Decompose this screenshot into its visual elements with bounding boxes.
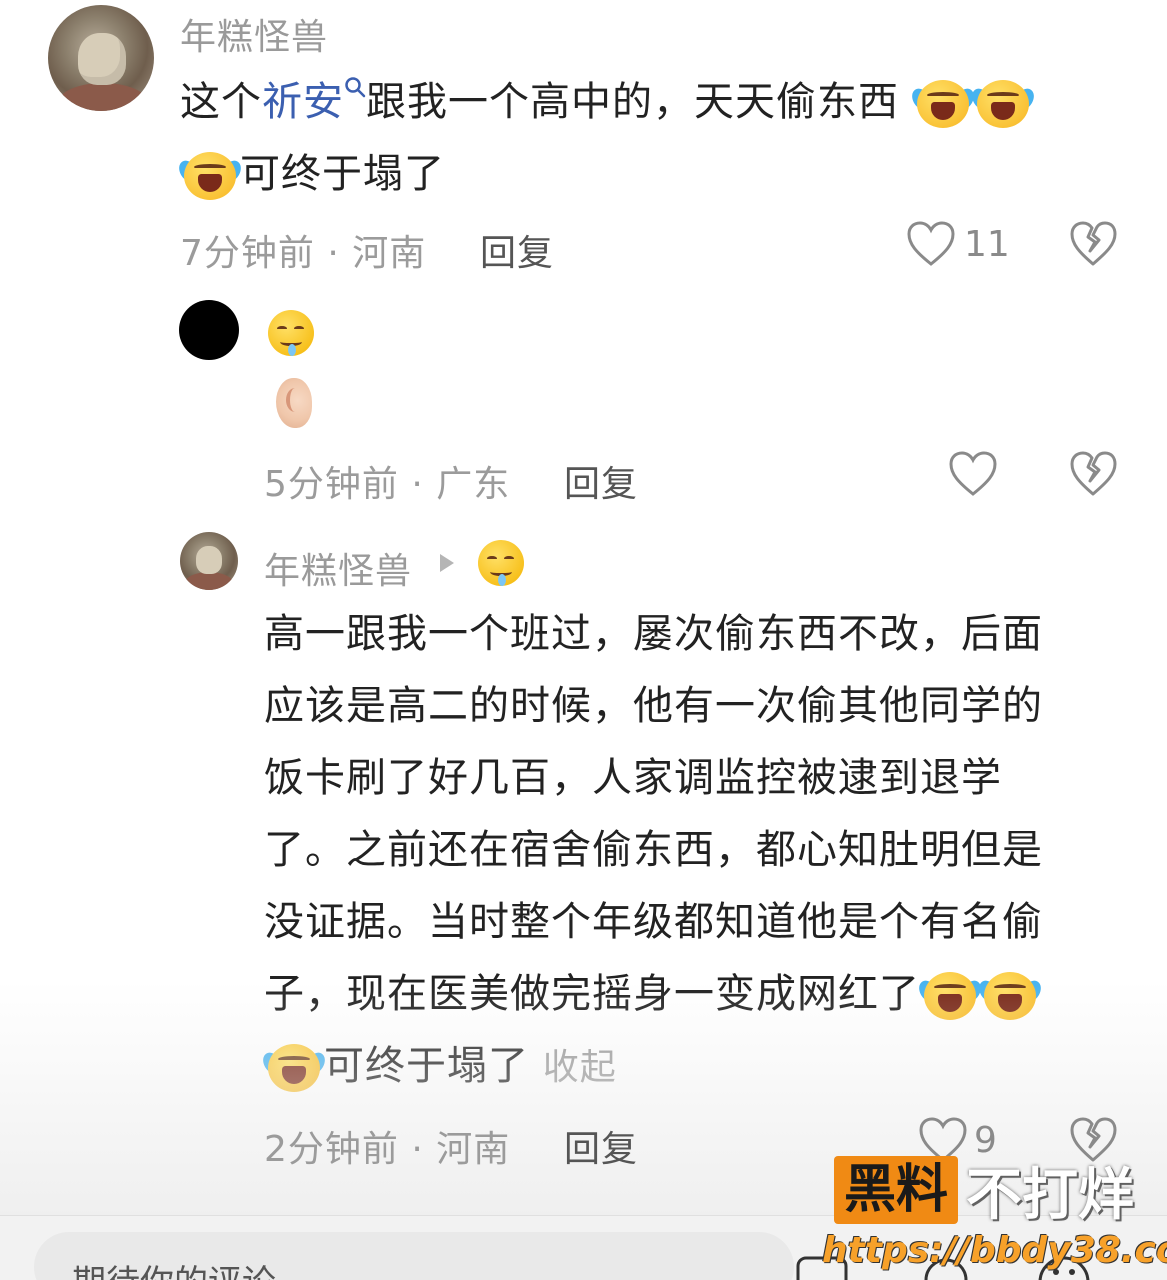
dislike-button[interactable]: [1069, 450, 1117, 498]
search-link[interactable]: 祈安: [262, 79, 344, 125]
like-button[interactable]: [906, 220, 956, 268]
comment-username[interactable]: 年糕怪兽: [180, 8, 328, 60]
watermark-url: https://bbdy38.com: [822, 1230, 1167, 1271]
avatar[interactable]: [179, 300, 239, 360]
watermark-badge: 黑料: [834, 1156, 959, 1224]
comment-meta: 2分钟前 · 河南: [264, 1129, 511, 1170]
comment-line: 没证据。当时整个年级都知道他是个有名偷: [264, 899, 1043, 945]
dislike-button[interactable]: [1069, 220, 1117, 268]
comment-text-line-2: 可终于塌了: [175, 138, 445, 210]
like-count: 11: [964, 224, 1010, 265]
comment-body: 高一跟我一个班过，屡次偷东西不改，后面 应该是高二的时候，他有一次偷其他同学的 …: [259, 598, 1124, 1104]
drooling-face-emoji-icon: [478, 540, 524, 586]
avatar[interactable]: [180, 532, 238, 590]
collapse-button[interactable]: 收起: [543, 1047, 617, 1088]
comment-line: 应该是高二的时候，他有一次偷其他同学的: [264, 683, 1043, 729]
comment-text: 这个: [180, 79, 262, 125]
reply-button[interactable]: 回复: [564, 455, 638, 507]
avatar-body: [58, 83, 148, 111]
search-icon[interactable]: [344, 76, 366, 98]
comment-line: 可终于塌了: [324, 1043, 529, 1089]
comment-line: 高一跟我一个班过，屡次偷东西不改，后面: [264, 611, 1043, 657]
ear-emoji-icon: [276, 378, 312, 428]
avatar-body: [185, 572, 233, 590]
avatar-face: [78, 33, 126, 85]
laughing-crying-emoji-icon: [908, 78, 978, 130]
comment-line: 饭卡刷了好几百，人家调监控被逮到退学: [264, 755, 1002, 801]
laughing-crying-emoji-icon: [175, 150, 245, 202]
laughing-crying-emoji-icon: [259, 1042, 329, 1094]
laughing-crying-emoji-icon: [968, 78, 1038, 130]
reply-button[interactable]: 回复: [564, 1120, 638, 1172]
avatar-face: [196, 546, 222, 574]
comment-username[interactable]: 年糕怪兽: [264, 542, 412, 594]
comment-line-with-emoji: 子，现在医美做完摇身一变成网红了: [264, 958, 1124, 1030]
watermark-text: 不打烊: [966, 1162, 1135, 1228]
laughing-crying-emoji-icon: [915, 970, 985, 1022]
play-triangle-icon: [438, 552, 456, 574]
like-button[interactable]: [948, 450, 998, 498]
drooling-face-emoji-icon: [268, 310, 314, 356]
comment-line: 了。之前还在宿舍偷东西，都心知肚明但是: [264, 827, 1043, 873]
reply-button[interactable]: 回复: [480, 224, 554, 276]
broken-heart-icon: [1070, 451, 1117, 496]
comment-meta: 5分钟前 · 广东: [264, 464, 511, 505]
heart-outline-icon: [907, 221, 955, 266]
heart-outline-icon: [949, 451, 997, 496]
avatar[interactable]: [48, 5, 154, 111]
comment-input-placeholder: 期待你的评论: [72, 1255, 276, 1280]
comment-last-line: 可终于塌了 收起: [259, 1030, 1124, 1104]
watermark-logo: 黑料 不打烊: [834, 1155, 1134, 1228]
comment-meta: 7分钟前 · 河南: [180, 233, 427, 274]
laughing-crying-emoji-icon: [975, 970, 1045, 1022]
comment-line: 子，现在医美做完摇身一变成网红了: [264, 971, 920, 1017]
comment-text: 可终于塌了: [240, 151, 445, 197]
comment-text-line-1: 这个祈安 跟我一个高中的，天天偷东西: [180, 66, 1038, 138]
broken-heart-icon: [1070, 221, 1117, 266]
comment-text: 跟我一个高中的，天天偷东西: [366, 79, 899, 125]
